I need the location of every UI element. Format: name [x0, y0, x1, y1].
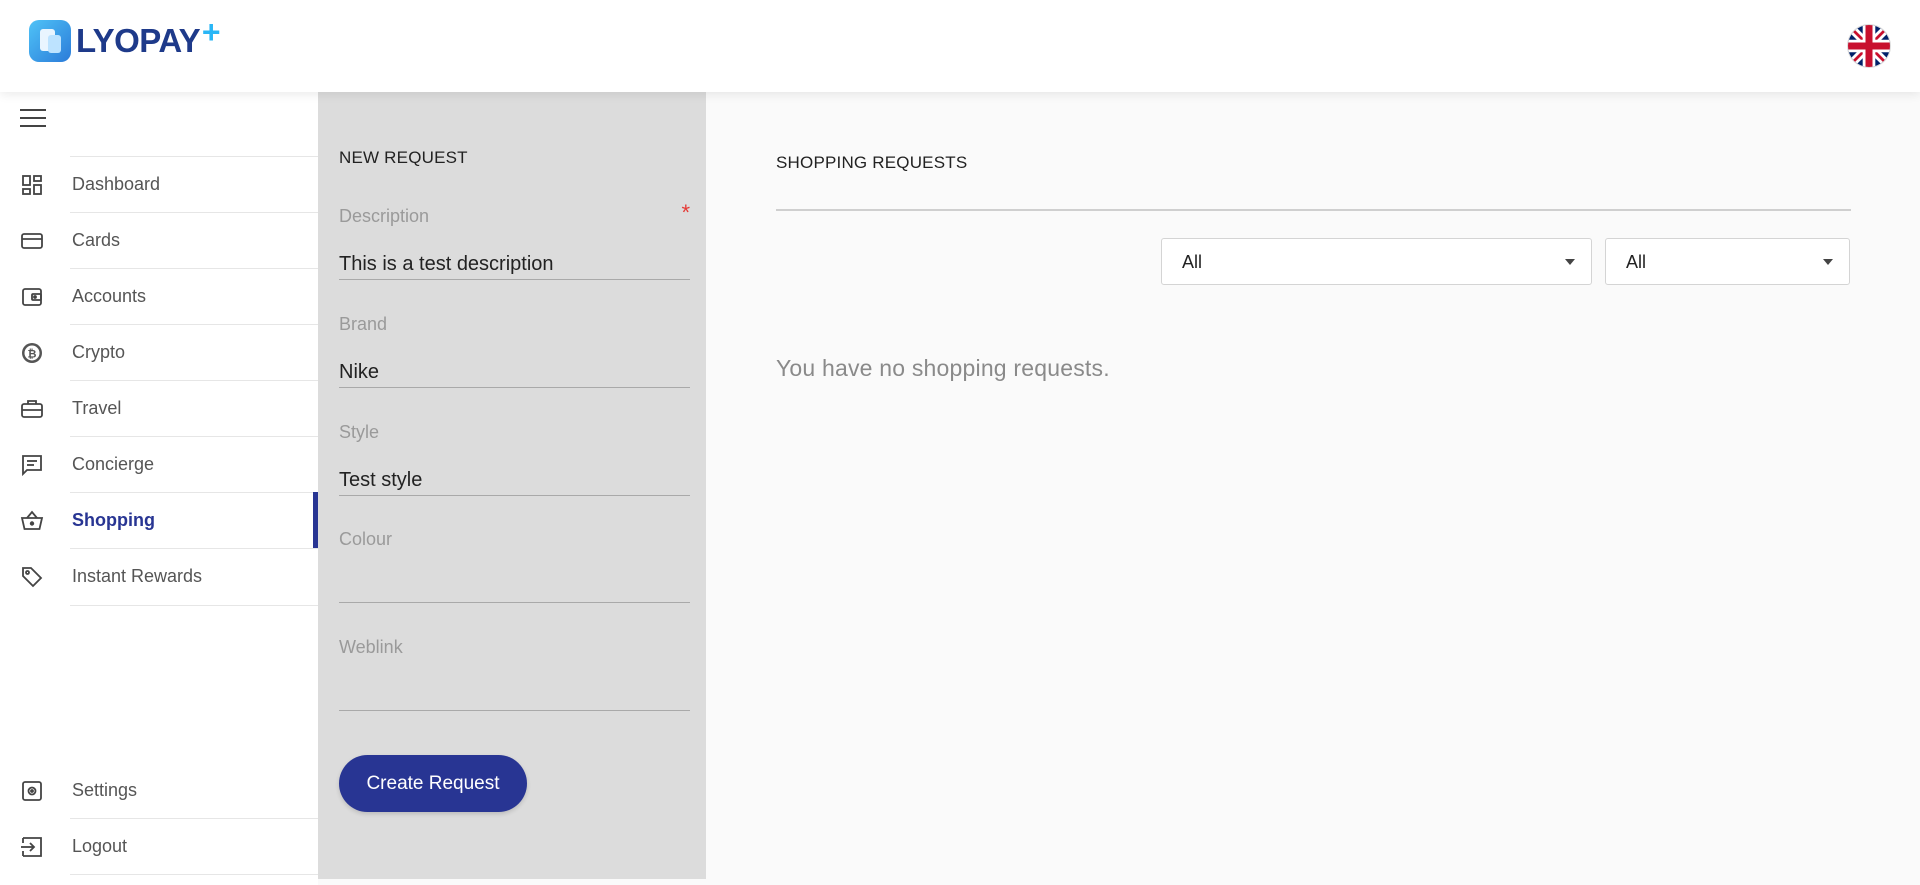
uk-flag-icon[interactable]: [1848, 25, 1890, 67]
sidebar-item-logout[interactable]: Logout: [0, 818, 318, 874]
caret-down-icon: [1565, 259, 1575, 265]
card-icon: [21, 233, 43, 249]
basket-icon: [20, 510, 44, 530]
style-input[interactable]: [339, 466, 690, 496]
tag-icon: [22, 567, 43, 588]
weblink-field-group: Weblink: [339, 637, 690, 745]
sidebar-item-travel[interactable]: Travel: [0, 380, 318, 436]
description-field-group: Description *: [339, 200, 690, 314]
briefcase-icon: [21, 400, 43, 418]
bitcoin-icon: ₿: [22, 343, 42, 363]
sidebar-item-label: Cards: [72, 230, 121, 250]
logo-text: LYOPAY: [76, 22, 201, 59]
chat-icon: [22, 455, 42, 477]
sidebar-item-label: Instant Rewards: [72, 566, 203, 586]
hamburger-menu-icon[interactable]: [20, 109, 46, 131]
sidebar-item-label: Shopping: [72, 510, 155, 530]
brand-label: Brand: [339, 314, 388, 334]
divider: [776, 209, 1851, 211]
new-request-title: NEW REQUEST: [339, 148, 468, 167]
sidebar-item-concierge[interactable]: Concierge: [0, 436, 318, 492]
sidebar-item-settings[interactable]: Settings: [0, 762, 318, 818]
svg-text:₿: ₿: [28, 348, 37, 361]
sidebar-item-label: Dashboard: [72, 174, 161, 194]
create-request-button[interactable]: Create Request: [339, 755, 527, 812]
filter-select-value: All: [1182, 252, 1203, 272]
shopping-requests-title: SHOPPING REQUESTS: [776, 153, 968, 172]
sidebar-item-crypto[interactable]: ₿ Crypto: [0, 324, 318, 380]
dashboard-icon: [22, 175, 42, 195]
sidebar-item-accounts[interactable]: Accounts: [0, 268, 318, 324]
wallet-icon: [22, 288, 42, 306]
sidebar-item-label: Settings: [72, 780, 138, 800]
logo-mark-icon: [29, 20, 71, 62]
caret-down-icon: [1823, 259, 1833, 265]
sidebar-item-cards[interactable]: Cards: [0, 212, 318, 268]
sidebar-item-dashboard[interactable]: Dashboard: [0, 156, 318, 212]
colour-field-group: Colour: [339, 529, 690, 637]
filter-select-value: All: [1626, 252, 1647, 272]
logout-icon: [21, 837, 42, 857]
description-label: Description: [339, 206, 430, 226]
filter-select-2[interactable]: All: [1605, 238, 1850, 285]
sidebar-item-label: Logout: [72, 836, 128, 856]
sidebar-item-shopping[interactable]: Shopping: [0, 492, 318, 548]
new-request-panel: NEW REQUEST Description * Brand Style Co…: [318, 92, 706, 879]
sidebar-item-label: Crypto: [72, 342, 126, 362]
brand-field-group: Brand: [339, 314, 690, 422]
sidebar-item-label: Travel: [72, 398, 122, 418]
filter-select-1[interactable]: All: [1161, 238, 1592, 285]
lyopay-logo[interactable]: LYOPAY +: [29, 14, 220, 62]
top-header: LYOPAY +: [0, 0, 1920, 92]
style-label: Style: [339, 422, 380, 442]
sidebar-item-label: Accounts: [72, 286, 147, 306]
description-input[interactable]: [339, 250, 690, 280]
logo-plus: +: [201, 13, 220, 50]
sidebar: Dashboard Cards Accounts ₿ Crypto Travel: [0, 92, 318, 885]
sidebar-item-label: Concierge: [72, 454, 155, 474]
sidebar-item-instant-rewards[interactable]: Instant Rewards: [0, 548, 318, 604]
settings-icon: [22, 781, 42, 801]
colour-label: Colour: [339, 529, 393, 549]
style-field-group: Style: [339, 422, 690, 530]
weblink-label: Weblink: [339, 637, 403, 657]
empty-state-message: You have no shopping requests.: [776, 355, 1110, 381]
weblink-input[interactable]: [339, 681, 690, 711]
colour-input[interactable]: [339, 573, 690, 603]
brand-input[interactable]: [339, 358, 690, 388]
required-marker: *: [681, 200, 690, 225]
